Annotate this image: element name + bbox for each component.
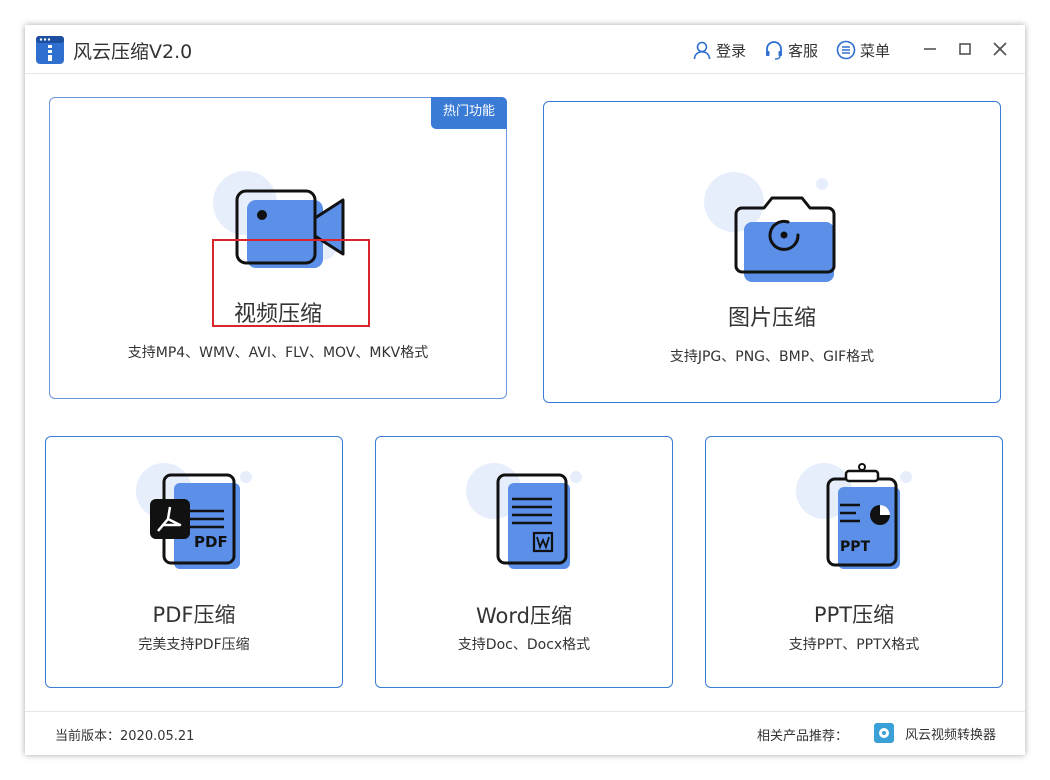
app-title: 风云压缩V2.0 [73,41,193,63]
ppt-clipboard-icon: PPT [796,463,912,569]
image-compress-card[interactable]: 图片压缩 支持JPG、PNG、BMP、GIF格式 [543,101,1001,403]
image-card-subtitle: 支持JPG、PNG、BMP、GIF格式 [669,349,875,365]
video-converter-icon [874,723,894,743]
ppt-icon-text: PPT [840,539,871,555]
word-document-icon [466,463,582,569]
maximize-icon[interactable] [955,39,975,59]
word-compress-card[interactable]: Word压缩 支持Doc、Docx格式 [375,436,673,688]
service-label: 客服 [788,41,819,60]
app-window: 风云压缩V2.0 登录 客服 菜单 热门功能 视频压缩 支持MP4、WMV、AV [25,25,1025,755]
image-card-title: 图片压缩 [727,306,816,331]
word-card-title: Word压缩 [476,604,572,628]
headset-icon [766,41,782,60]
app-logo-icon [36,36,64,64]
pdf-card-title: PDF压缩 [152,603,236,627]
pdf-compress-card[interactable]: PDF PDF压缩 完美支持PDF压缩 [45,436,343,688]
close-icon[interactable] [990,39,1010,59]
pdf-card-subtitle: 完美支持PDF压缩 [138,637,250,653]
menu-label: 菜单 [860,41,891,60]
service-button[interactable]: 客服 [764,38,818,62]
minimize-icon[interactable] [920,39,940,59]
hot-feature-badge: 热门功能 [431,97,507,129]
ppt-card-subtitle: 支持PPT、PPTX格式 [788,637,920,653]
camera-icon [704,172,836,282]
related-products-label: 相关产品推荐： [757,729,849,744]
related-product-link[interactable]: 风云视频转换器 [873,722,996,744]
video-card-subtitle: 支持MP4、WMV、AVI、FLV、MOV、MKV格式 [127,345,429,361]
menu-button[interactable]: 菜单 [836,38,890,62]
pdf-document-icon: PDF [136,463,252,569]
ppt-card-title: PPT压缩 [813,603,895,627]
menu-icon [836,40,856,60]
footer-divider [25,711,1025,712]
version-label: 当前版本：2020.05.21 [55,729,195,744]
highlight-box [212,239,370,327]
pdf-icon-text: PDF [194,533,228,551]
word-card-subtitle: 支持Doc、Docx格式 [457,637,591,653]
user-icon [693,41,711,60]
login-label: 登录 [716,41,747,60]
login-button[interactable]: 登录 [692,38,746,62]
related-product-name: 风云视频转换器 [905,727,997,743]
title-bar: 风云压缩V2.0 登录 客服 菜单 [25,25,1025,74]
ppt-compress-card[interactable]: PPT PPT压缩 支持PPT、PPTX格式 [705,436,1003,688]
